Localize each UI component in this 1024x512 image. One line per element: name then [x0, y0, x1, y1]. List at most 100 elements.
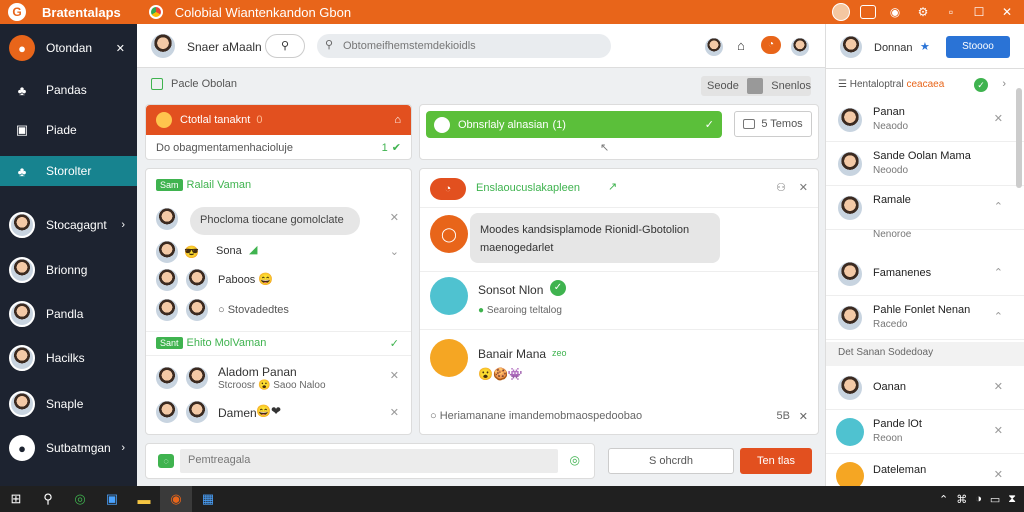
app-icon[interactable]: ▦ — [192, 486, 224, 512]
network-icon[interactable]: ⌘ — [956, 493, 967, 506]
avatar[interactable] — [430, 339, 468, 377]
bag-icon[interactable]: ⌂ — [394, 114, 401, 126]
close-icon[interactable]: ✕ — [390, 406, 399, 419]
top-bar: Snaer aMaaln ⚲ ⚲ Obtomeifhemstemdekioidl… — [137, 24, 825, 68]
search-toggle-button[interactable]: ⚲ — [265, 34, 305, 58]
search-button[interactable]: S ohcrdh — [608, 448, 734, 474]
star-icon[interactable]: ★ — [920, 40, 930, 53]
group-title: Ralail Vaman — [186, 179, 252, 191]
panel-action-button[interactable]: Stoooo — [946, 36, 1010, 58]
contact-sub: Racedo — [873, 319, 908, 330]
section-link[interactable]: ceacaea — [906, 79, 944, 90]
message-avatar[interactable]: ◯ — [430, 215, 468, 253]
contact-name: ○ Stovadedtes — [218, 304, 289, 316]
contact-name: Damen — [218, 406, 257, 420]
group-header: Sant Ehito MolVaman — [156, 337, 266, 349]
battery-icon[interactable]: ▭ — [990, 493, 1000, 506]
minimize-icon[interactable]: ▫ — [942, 3, 960, 21]
avatar[interactable] — [832, 3, 850, 21]
avatar[interactable] — [154, 206, 180, 232]
close-icon[interactable]: ✕ — [799, 410, 808, 423]
volume-icon[interactable]: ◑ — [975, 493, 982, 506]
close-icon[interactable]: ✕ — [994, 380, 1003, 393]
close-icon[interactable]: ✕ — [998, 3, 1016, 21]
list-item[interactable]: Pande lOt Reoon ✕ — [826, 410, 1024, 454]
chevron-up-icon[interactable]: ⌃ — [994, 200, 1003, 213]
close-icon[interactable]: ✕ — [994, 424, 1003, 437]
avatar[interactable] — [184, 297, 210, 323]
card-count: 0 — [256, 114, 263, 126]
folder-icon[interactable]: ▬ — [128, 486, 160, 512]
filter-dropdown[interactable]: Seode Snenlos — [701, 76, 811, 96]
list-item[interactable]: Oanan ✕ — [826, 366, 1024, 410]
scrollbar[interactable] — [1016, 88, 1022, 188]
items-button[interactable]: 5 Temos — [734, 111, 812, 137]
avatar[interactable] — [430, 277, 468, 315]
list-item[interactable]: Panan Neaodo ✕ — [826, 98, 1024, 142]
avatar[interactable] — [154, 365, 180, 391]
avatar[interactable] — [184, 365, 210, 391]
search-icon[interactable]: ⚲ — [32, 486, 64, 512]
list-item[interactable]: Sande Oolan Mama Neoodo — [826, 142, 1024, 186]
sidebar-item-piade[interactable]: ▣ Piade — [0, 114, 137, 146]
avatar[interactable] — [149, 32, 177, 60]
contact-name-text: Stovadedtes — [227, 304, 289, 316]
avatar[interactable] — [703, 36, 725, 58]
avatar[interactable] — [184, 399, 210, 425]
window-icon[interactable] — [860, 5, 876, 19]
close-icon[interactable]: ✕ — [390, 211, 399, 224]
close-icon[interactable]: ✕ — [799, 181, 808, 194]
clock-icon[interactable]: ⧗ — [1008, 493, 1016, 506]
sidebar-item-hacilks[interactable]: Hacilks — [0, 342, 137, 374]
check-icon[interactable]: ✓ — [390, 337, 399, 350]
sidebar-item-stocagagnt[interactable]: Stocagagnt › — [0, 209, 137, 241]
sidebar-item-storolter[interactable]: ♣ Storolter — [0, 156, 137, 186]
contact-name: Ramale — [873, 194, 911, 206]
home-icon[interactable]: ⌂ — [737, 38, 745, 53]
notification-icon[interactable]: ◔ — [761, 36, 781, 54]
camera-icon[interactable]: ◉ — [886, 3, 904, 21]
sidebar-item-pandas[interactable]: ♣ Pandas — [0, 74, 137, 106]
user-icon[interactable]: ⚇ — [776, 181, 786, 194]
sidebar-item-otondan[interactable]: ● Otondan ✕ — [0, 32, 137, 64]
avatar[interactable] — [184, 267, 210, 293]
close-icon[interactable]: ✕ — [390, 369, 399, 382]
attach-icon[interactable]: ◎ — [570, 453, 580, 467]
chevron-up-icon[interactable]: ⌃ — [994, 266, 1003, 279]
avatar[interactable] — [154, 267, 180, 293]
send-button[interactable]: Ten tlas — [740, 448, 812, 474]
chevron-up-icon[interactable]: ⌃ — [994, 310, 1003, 323]
avatar[interactable] — [789, 36, 811, 58]
sidebar-item-brionng[interactable]: Brionng — [0, 254, 137, 286]
compose-input[interactable]: Pemtreagala — [180, 449, 558, 473]
list-item[interactable]: Famanenes ⌃ — [826, 252, 1024, 296]
close-icon[interactable]: ✕ — [116, 42, 125, 55]
chevron-up-icon[interactable]: ⌃ — [939, 493, 948, 506]
chevron-right-icon[interactable]: › — [121, 219, 125, 231]
chevron-right-icon[interactable]: › — [121, 442, 125, 454]
windows-start-icon[interactable]: ⊞ — [0, 486, 32, 512]
browser-icon[interactable]: ◉ — [160, 486, 192, 512]
list-item[interactable]: Pahle Fonlet Nenan Racedo ⌃ — [826, 296, 1024, 340]
settings-icon[interactable]: ⚙ — [914, 3, 932, 21]
avatar[interactable] — [154, 399, 180, 425]
group-tag: Sam — [156, 179, 183, 191]
footer-count: 5B — [776, 410, 790, 422]
sidebar-item-pandla[interactable]: Pandla — [0, 298, 137, 330]
close-icon[interactable]: ✕ — [994, 468, 1003, 481]
avatar[interactable] — [154, 297, 180, 323]
store-icon[interactable]: ▣ — [96, 486, 128, 512]
status-banner[interactable]: Obnsrlaly alnasian (1) ✓ — [426, 111, 722, 138]
app-icon[interactable]: ◎ — [64, 486, 96, 512]
maximize-icon[interactable]: ☐ — [970, 3, 988, 21]
search-input[interactable]: ⚲ Obtomeifhemstemdekioidls — [317, 34, 611, 58]
sidebar-item-snaple[interactable]: Snaple — [0, 388, 137, 420]
avatar[interactable] — [838, 34, 864, 60]
close-icon[interactable]: ✕ — [994, 112, 1003, 125]
contact-name: Panan — [873, 106, 905, 118]
chevron-right-icon[interactable]: › — [1002, 78, 1006, 90]
list-item[interactable]: Ramale Nenoroe ⌃ — [826, 186, 1024, 240]
chevron-down-icon[interactable]: ⌄ — [390, 245, 399, 258]
avatar[interactable] — [154, 239, 180, 265]
sidebar-item-sutbatmgan[interactable]: ● Sutbatmgan › — [0, 432, 137, 464]
